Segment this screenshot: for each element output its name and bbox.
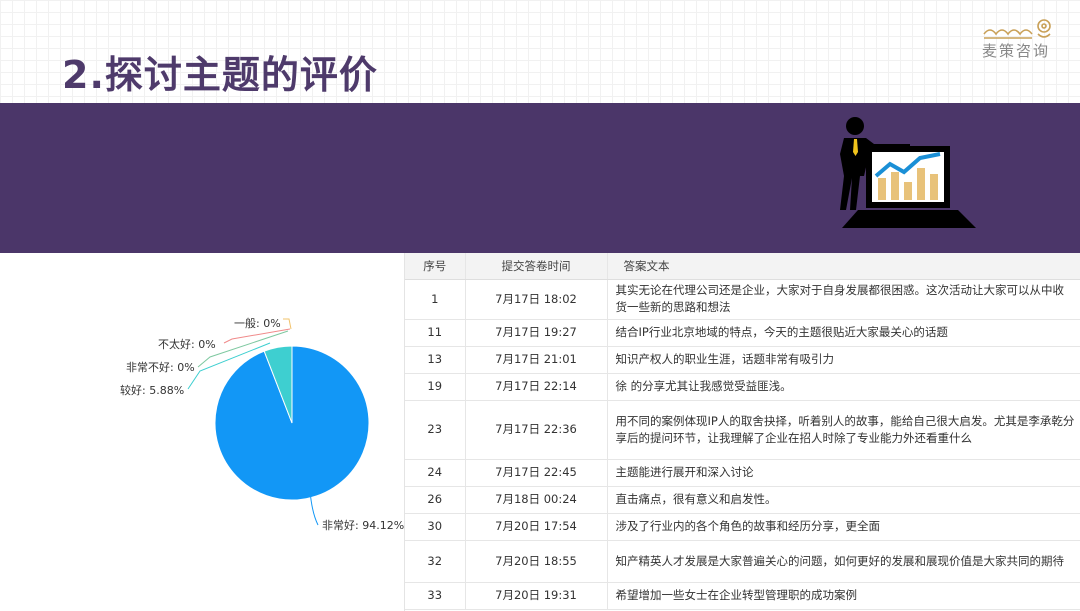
row-index: 11 <box>405 319 465 347</box>
row-index: 1 <box>405 279 465 320</box>
row-submit-time: 7月20日 18:55 <box>464 540 607 583</box>
row-answer-text: 直击痛点，很有意义和启发性。 <box>606 486 1080 514</box>
table-row: 26 7月18日 00:24 直击痛点，很有意义和启发性。 <box>405 486 1080 514</box>
table-row: 13 7月17日 21:01 知识产权人的职业生涯，话题非常有吸引力 <box>405 346 1080 374</box>
pie-label-very-bad: 非常不好: 0% <box>126 360 195 374</box>
pie-label-general: 一般: 0% <box>234 317 281 330</box>
slide-background: 2.探讨主题的评价 麦策咨询 一般: 0% 不太好: 0% 非常不好: 0% 较… <box>0 0 1080 611</box>
table-row: 19 7月17日 22:14 徐 的分享尤其让我感觉受益匪浅。 <box>405 373 1080 401</box>
header-answer-text: 答案文本 <box>606 253 1080 280</box>
row-index: 23 <box>405 400 465 460</box>
table-row: 32 7月20日 18:55 知产精英人才发展是大家普遍关心的问题，如何更好的发展和… <box>405 540 1080 583</box>
row-index: 24 <box>405 459 465 487</box>
table-header-row: 序号 提交答卷时间 答案文本 <box>405 253 1080 280</box>
leader-line-general <box>283 318 292 330</box>
logo-text: 麦策咨询 <box>982 42 1051 60</box>
row-submit-time: 7月17日 19:27 <box>464 319 607 347</box>
row-answer-text: 主题能进行展开和深入讨论 <box>606 459 1080 487</box>
responses-table: 序号 提交答卷时间 答案文本 1 7月17日 18:02 其实无论在代理公司还是企业… <box>405 253 1080 610</box>
table-row: 1 7月17日 18:02 其实无论在代理公司还是企业，大家对于自身发展都很困惑。这… <box>405 279 1080 320</box>
table-row: 23 7月17日 22:36 用不同的案例体现IP人的取舍抉择，听着别人的故事，能给… <box>405 400 1080 460</box>
row-index: 32 <box>405 540 465 583</box>
header-index: 序号 <box>405 253 465 280</box>
row-submit-time: 7月20日 19:31 <box>464 582 607 610</box>
row-submit-time: 7月20日 17:54 <box>464 513 607 541</box>
row-submit-time: 7月18日 00:24 <box>464 486 607 514</box>
responses-table-panel: 序号 提交答卷时间 答案文本 1 7月17日 18:02 其实无论在代理公司还是企业… <box>404 253 1080 611</box>
row-answer-text: 徐 的分享尤其让我感觉受益匪浅。 <box>606 373 1080 401</box>
row-index: 13 <box>405 346 465 374</box>
row-index: 30 <box>405 513 465 541</box>
row-submit-time: 7月17日 22:14 <box>464 373 607 401</box>
row-submit-time: 7月17日 22:45 <box>464 459 607 487</box>
row-answer-text: 知产精英人才发展是大家普遍关心的问题，如何更好的发展和展现价值是大家共同的期待 <box>606 540 1080 583</box>
row-submit-time: 7月17日 21:01 <box>464 346 607 374</box>
row-answer-text: 结合IP行业北京地域的特点，今天的主题很贴近大家最关心的话题 <box>606 319 1080 347</box>
pie-chart: 一般: 0% 不太好: 0% 非常不好: 0% 较好: 5.88% 非常好: 9… <box>120 317 404 532</box>
row-submit-time: 7月17日 18:02 <box>464 279 607 320</box>
pie-chart-panel: 一般: 0% 不太好: 0% 非常不好: 0% 较好: 5.88% 非常好: 9… <box>0 253 404 611</box>
pie-label-very-good: 非常好: 94.12% <box>322 518 404 532</box>
table-row: 33 7月20日 19:31 希望增加一些女士在企业转型管理职的成功案例 <box>405 582 1080 610</box>
row-answer-text: 希望增加一些女士在企业转型管理职的成功案例 <box>606 582 1080 610</box>
table-row: 11 7月17日 19:27 结合IP行业北京地域的特点，今天的主题很贴近大家最关心… <box>405 319 1080 347</box>
row-answer-text: 用不同的案例体现IP人的取舍抉择，听着别人的故事，能给自己很大启发。尤其是李承乾… <box>606 400 1080 460</box>
row-index: 26 <box>405 486 465 514</box>
slide-title: 2.探讨主题的评价 <box>62 53 378 97</box>
row-submit-time: 7月17日 22:36 <box>464 400 607 460</box>
header-submit-time: 提交答卷时间 <box>464 253 607 280</box>
row-answer-text: 知识产权人的职业生涯，话题非常有吸引力 <box>606 346 1080 374</box>
table-row: 24 7月17日 22:45 主题能进行展开和深入讨论 <box>405 459 1080 487</box>
row-answer-text: 其实无论在代理公司还是企业，大家对于自身发展都很困惑。这次活动让大家可以从中收货… <box>606 279 1080 320</box>
row-index: 33 <box>405 582 465 610</box>
row-index: 19 <box>405 373 465 401</box>
pie-label-good: 较好: 5.88% <box>120 383 184 397</box>
table-row: 30 7月20日 17:54 涉及了行业内的各个角色的故事和经历分享，更全面 <box>405 513 1080 541</box>
row-answer-text: 涉及了行业内的各个角色的故事和经历分享，更全面 <box>606 513 1080 541</box>
pie-label-not-good: 不太好: 0% <box>158 337 216 351</box>
presenter-chart-illustration <box>840 117 976 228</box>
